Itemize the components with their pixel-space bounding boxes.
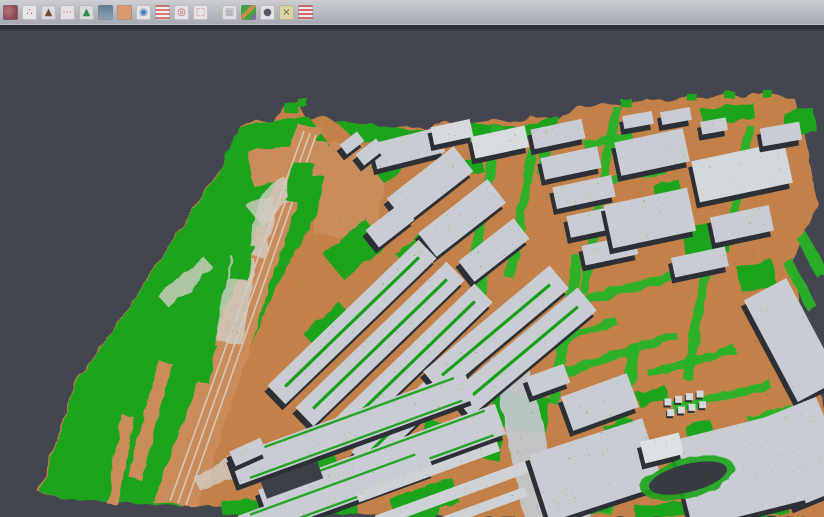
application-window: ∴ ▲ ⋯ ▲ ◉ ◎ ⬚ ▦ ● × xyxy=(0,0,824,517)
mesh-sphere-icon[interactable]: ● xyxy=(260,5,275,20)
brown-terrain-icon[interactable]: ▲ xyxy=(41,5,56,20)
classify-points-icon[interactable]: ∴ xyxy=(22,5,37,20)
classified-cloud-icon[interactable] xyxy=(3,5,18,20)
rect-select-icon[interactable]: ⬚ xyxy=(193,5,208,20)
ring-select-icon[interactable]: ◎ xyxy=(174,5,189,20)
viewport-3d[interactable] xyxy=(0,31,824,517)
profile-view-icon[interactable] xyxy=(98,5,113,20)
green-terrain-icon[interactable]: ▲ xyxy=(79,5,94,20)
clear-selection-icon[interactable]: × xyxy=(279,5,294,20)
globe-icon[interactable]: ◉ xyxy=(136,5,151,20)
flagged-layer-icon[interactable] xyxy=(298,5,313,20)
point-cloud-scene xyxy=(0,31,824,517)
classification-result-icon[interactable] xyxy=(241,5,256,20)
green-speckle-texture xyxy=(30,85,824,517)
sparse-points-icon[interactable]: ⋯ xyxy=(60,5,75,20)
orthophoto-icon[interactable] xyxy=(117,5,132,20)
toolbar-separator xyxy=(0,24,824,31)
main-toolbar: ∴ ▲ ⋯ ▲ ◉ ◎ ⬚ ▦ ● × xyxy=(0,0,824,24)
raster-select-icon[interactable]: ▦ xyxy=(222,5,237,20)
elevation-bands-icon[interactable] xyxy=(155,5,170,20)
